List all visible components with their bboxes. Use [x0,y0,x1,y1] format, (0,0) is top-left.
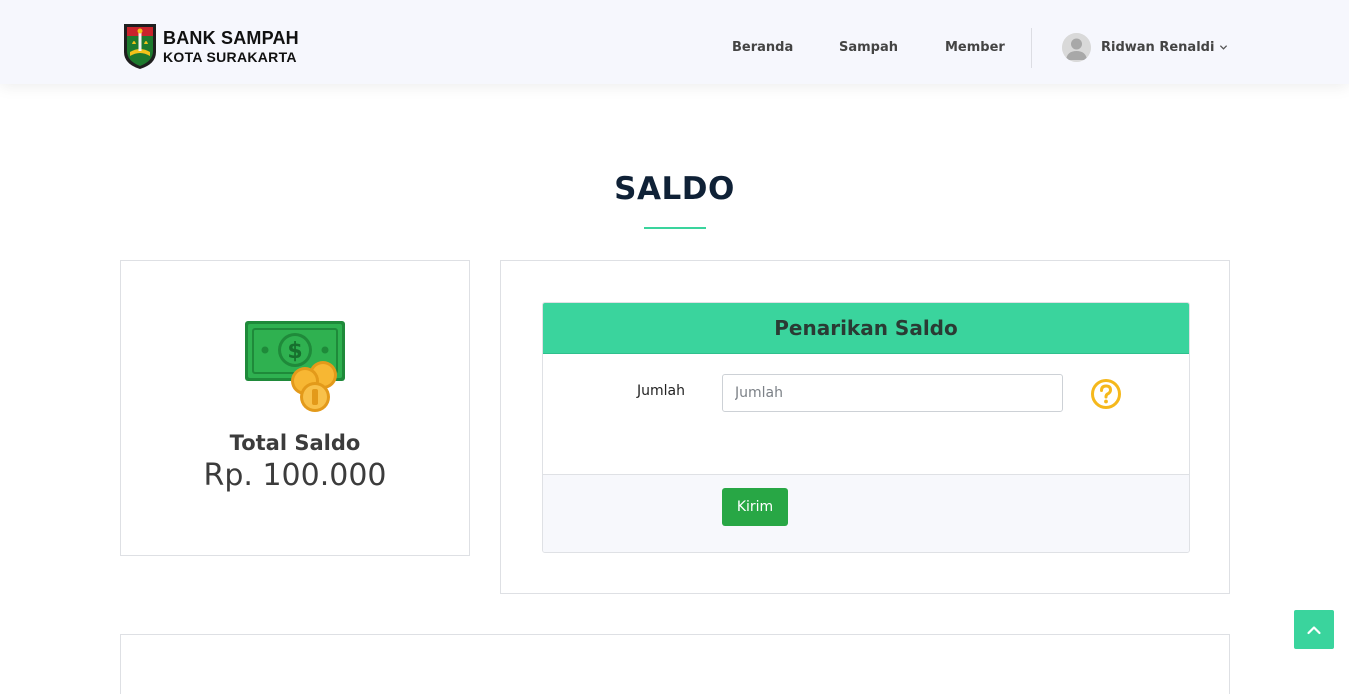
chevron-down-icon [1220,45,1228,50]
submit-button[interactable]: Kirim [722,488,788,526]
nav-divider [1031,28,1032,68]
user-avatar-icon [1062,33,1091,62]
brand-logo[interactable]: BANK SAMPAH KOTA SURAKARTA [122,22,299,70]
total-balance-label: Total Saldo [229,431,361,455]
brand-line2: KOTA SURAKARTA [163,48,297,65]
total-balance-value: Rp. 100.000 [203,458,387,493]
svg-text:$: $ [287,339,302,364]
withdraw-heading: Penarikan Saldo [543,303,1189,354]
city-emblem-icon [124,24,156,69]
amount-label: Jumlah [637,383,685,399]
nav-item-beranda[interactable]: Beranda [732,40,793,55]
back-to-top-button[interactable] [1294,610,1334,649]
user-menu[interactable]: Ridwan Renaldi [1062,33,1228,62]
brand-text: BANK SAMPAH KOTA SURAKARTA [163,29,299,64]
title-underline [644,227,706,229]
amount-input[interactable] [722,374,1063,412]
user-name: Ridwan Renaldi [1101,40,1215,55]
question-circle-icon[interactable] [1090,378,1122,410]
withdraw-card: Penarikan Saldo Jumlah Kirim [500,260,1230,594]
money-coins-icon: $ [245,321,345,412]
nav-item-sampah[interactable]: Sampah [839,40,898,55]
withdraw-form-footer: Kirim [543,474,1189,552]
chevron-up-icon [1307,626,1321,635]
balance-card: $ Total Saldo Rp. 100.000 [120,260,470,556]
page-title: SALDO [614,171,735,207]
withdraw-form: Penarikan Saldo Jumlah Kirim [542,302,1190,553]
site-header: BANK SAMPAH KOTA SURAKARTA Beranda Sampa… [0,0,1349,84]
nav-item-member[interactable]: Member [945,40,1005,55]
history-card [120,634,1230,694]
brand-line1: BANK SAMPAH [163,27,299,48]
